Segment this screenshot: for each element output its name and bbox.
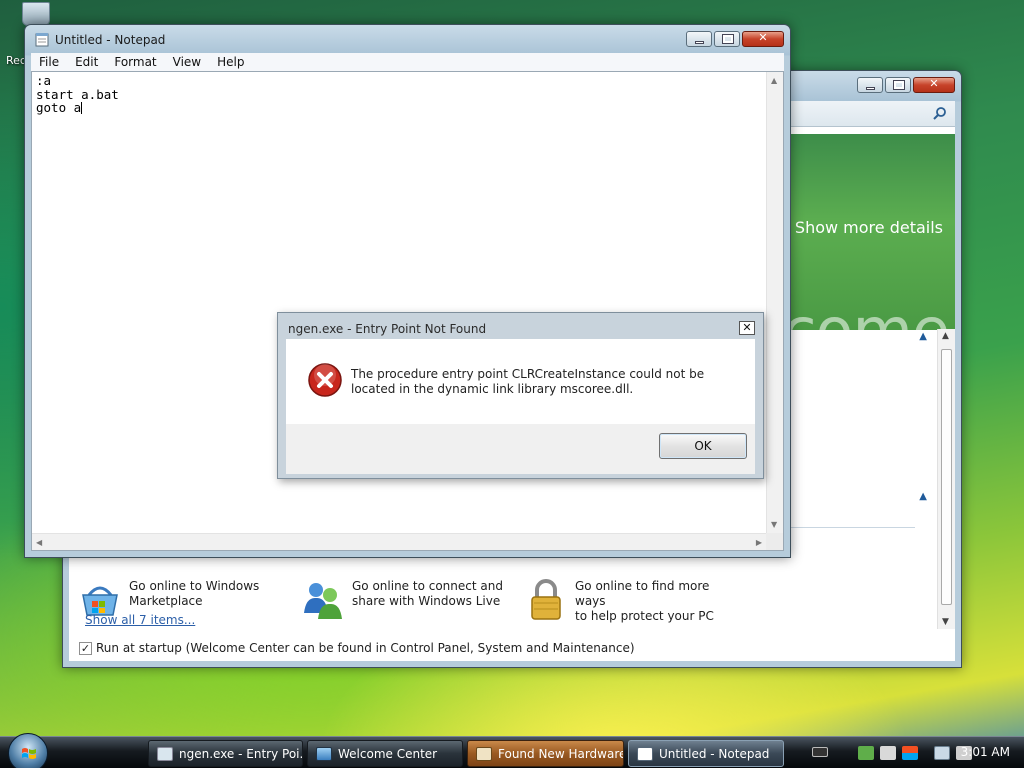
size-grip[interactable] — [766, 533, 783, 550]
keyboard-icon[interactable] — [812, 747, 828, 757]
task-line: Go online to Windows — [129, 579, 260, 593]
collapse-up-icon[interactable]: ▲ — [919, 331, 927, 342]
section-divider — [789, 527, 915, 528]
run-at-startup-label: Run at startup (Welcome Center can be fo… — [96, 641, 635, 655]
show-all-items-link[interactable]: Show all 7 items... — [85, 613, 195, 627]
maximize-icon — [893, 80, 905, 90]
menu-edit[interactable]: Edit — [67, 55, 106, 69]
collapse-up-icon[interactable]: ▲ — [919, 491, 927, 502]
maximize-button[interactable] — [714, 31, 740, 47]
recycle-bin-label: Rec — [6, 54, 26, 67]
dialog-footer: OK — [286, 424, 755, 474]
taskbar-button-welcome-center[interactable]: Welcome Center — [307, 740, 463, 767]
taskbar: ngen.exe - Entry Poi... Welcome Center F… — [0, 733, 1024, 768]
tray-spacer — [924, 746, 928, 760]
scroll-down-icon[interactable]: ▼ — [771, 520, 777, 529]
scroll-left-icon[interactable]: ◀ — [36, 538, 42, 547]
network-icon[interactable] — [934, 746, 950, 760]
windows-logo-icon — [22, 748, 36, 759]
close-icon: ✕ — [929, 77, 939, 90]
text-line: start a.bat — [36, 86, 119, 102]
close-button[interactable]: ✕ — [913, 77, 955, 93]
windows-live-people-icon — [304, 583, 342, 619]
task-windows-live[interactable]: Go online to connect and share with Windo… — [292, 579, 515, 624]
text-editor[interactable]: :a start a.bat goto a ▲ ▼ ◀ ▶ — [31, 71, 784, 551]
text-line: goto a — [36, 100, 82, 115]
minimize-icon — [866, 87, 875, 90]
taskbar-button-notepad[interactable]: Untitled - Notepad — [628, 740, 784, 767]
error-icon — [308, 363, 342, 397]
ok-button[interactable]: OK — [659, 433, 747, 459]
error-message: The procedure entry point CLRCreateInsta… — [351, 367, 705, 396]
task-line: to help protect your PC — [575, 609, 714, 623]
close-button[interactable]: ✕ — [742, 31, 784, 47]
close-icon: ✕ — [758, 31, 768, 44]
menu-view[interactable]: View — [165, 55, 209, 69]
scroll-right-icon[interactable]: ▶ — [756, 538, 762, 547]
maximize-icon — [722, 34, 734, 44]
task-line: Marketplace — [129, 594, 203, 608]
taskbar-button-found-new-hardware[interactable]: Found New Hardware — [467, 740, 624, 767]
task-protect-pc[interactable]: Go online to find more ways to help prote… — [515, 579, 738, 624]
clock[interactable]: 3:01 AM — [961, 745, 1010, 759]
task-list: Go online to Windows Marketplace Go onlin… — [69, 579, 955, 624]
run-at-startup-option[interactable]: ✓ Run at startup (Welcome Center can be … — [79, 641, 635, 655]
start-button[interactable] — [8, 733, 48, 768]
run-at-startup-checkbox[interactable]: ✓ — [79, 641, 92, 655]
minimize-icon — [695, 41, 704, 44]
task-line: Go online to find more ways — [575, 579, 710, 608]
welcome-center-icon — [316, 746, 332, 761]
text-line-with-caret: goto a — [36, 101, 765, 115]
dialog-body: The procedure entry point CLRCreateInsta… — [286, 339, 755, 424]
notepad-titlebar[interactable]: Untitled - Notepad — [35, 32, 165, 47]
scroll-thumb[interactable] — [941, 349, 952, 605]
text-caret — [81, 102, 83, 114]
show-more-details-link[interactable]: Show more details — [775, 218, 943, 237]
taskbar-label: Untitled - Notepad — [659, 746, 770, 761]
taskbar-button-ngen[interactable]: ngen.exe - Entry Poi... — [148, 740, 303, 767]
dialog-title: ngen.exe - Entry Point Not Found — [288, 322, 487, 336]
window-title: Untitled - Notepad — [55, 32, 166, 47]
windows-security-icon[interactable] — [902, 746, 918, 760]
tray-app-icon[interactable] — [880, 746, 896, 760]
taskbar-label: Welcome Center — [338, 746, 438, 761]
notepad-icon — [35, 33, 49, 47]
window-controls: ✕ — [686, 31, 784, 47]
text-line: :a — [36, 73, 52, 88]
dialog-close-button[interactable]: ✕ — [739, 321, 755, 335]
app-window-icon — [157, 746, 173, 761]
notepad-icon — [637, 746, 653, 761]
search-icon[interactable] — [933, 106, 947, 120]
menu-format[interactable]: Format — [106, 55, 164, 69]
error-dialog[interactable]: ngen.exe - Entry Point Not Found ✕ The p… — [277, 312, 764, 479]
scroll-up-icon[interactable]: ▲ — [942, 331, 949, 341]
window-controls: ✕ — [857, 77, 955, 93]
vertical-scrollbar[interactable]: ▲ ▼ — [766, 72, 783, 533]
minimize-button[interactable] — [857, 77, 883, 93]
tray-app-icon[interactable] — [858, 746, 874, 760]
menu-bar: File Edit Format View Help — [31, 53, 784, 71]
scroll-up-icon[interactable]: ▲ — [771, 76, 777, 85]
taskbar-label: Found New Hardware — [498, 746, 624, 761]
horizontal-scrollbar[interactable]: ◀ ▶ — [32, 533, 766, 550]
menu-file[interactable]: File — [31, 55, 67, 69]
taskbar-label: ngen.exe - Entry Poi... — [179, 746, 303, 761]
hardware-icon — [476, 746, 492, 761]
padlock-icon — [531, 579, 561, 620]
maximize-button[interactable] — [885, 77, 911, 93]
menu-help[interactable]: Help — [209, 55, 252, 69]
task-line: share with Windows Live — [352, 594, 501, 608]
task-line: Go online to connect and — [352, 579, 503, 593]
minimize-button[interactable] — [686, 31, 712, 47]
show-more-details-label: Show more details — [794, 218, 943, 237]
